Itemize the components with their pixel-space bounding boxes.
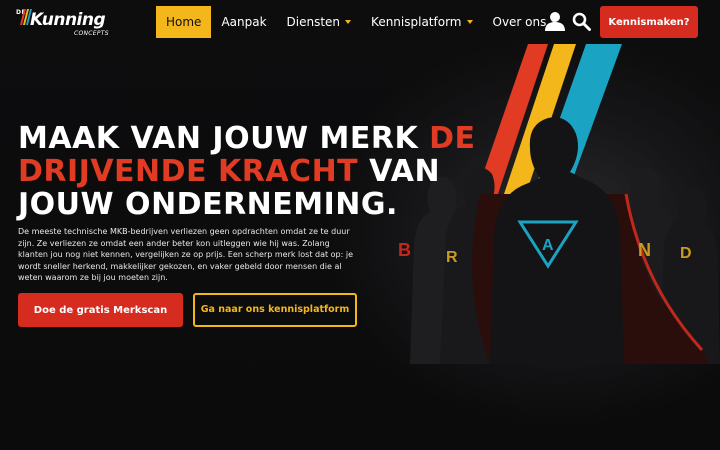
hero-description: De meeste technische MKB-bedrijven verli…	[18, 227, 354, 282]
letter-b: B	[398, 240, 411, 260]
nav-item-diensten[interactable]: Diensten	[277, 6, 362, 38]
nav-item-home[interactable]: Home	[156, 6, 212, 38]
chevron-down-icon	[466, 20, 473, 24]
logo-wordmark: Kunning	[30, 10, 106, 30]
nav-label: Aanpak	[221, 15, 267, 29]
nav-item-aanpak[interactable]: Aanpak	[211, 6, 276, 38]
nav-label: Diensten	[286, 15, 341, 29]
headline-part-1: MAAK VAN JOUW MERK	[18, 121, 430, 156]
kennisplatform-button[interactable]: Ga naar ons kennisplatform	[193, 293, 357, 327]
nav-label: Kennisplatform	[371, 15, 462, 29]
logo-tagline: CONCEPTS	[74, 30, 109, 37]
chevron-down-icon	[345, 20, 352, 24]
search-icon[interactable]	[572, 12, 591, 31]
nav-label: Over ons	[492, 15, 547, 29]
kennismaken-button[interactable]: Kennismaken?	[600, 6, 698, 38]
top-navigation: DE Kunning CONCEPTS Home Aanpak Diensten…	[0, 0, 720, 44]
site-logo[interactable]: DE Kunning CONCEPTS	[16, 6, 120, 38]
nav-label: Home	[166, 15, 202, 29]
letter-r: R	[446, 249, 458, 266]
user-icon[interactable]	[545, 12, 565, 31]
letter-d: D	[680, 245, 692, 262]
main-menu: Home Aanpak Diensten Kennisplatform Over…	[156, 6, 567, 38]
hero-emblem-letter: A	[542, 237, 554, 254]
merkscan-button[interactable]: Doe de gratis Merkscan	[18, 293, 183, 327]
hero-headline: MAAK VAN JOUW MERK DE DRIJVENDE KRACHT V…	[18, 122, 518, 221]
nav-item-kennisplatform[interactable]: Kennisplatform	[361, 6, 482, 38]
letter-n: N	[638, 240, 651, 260]
